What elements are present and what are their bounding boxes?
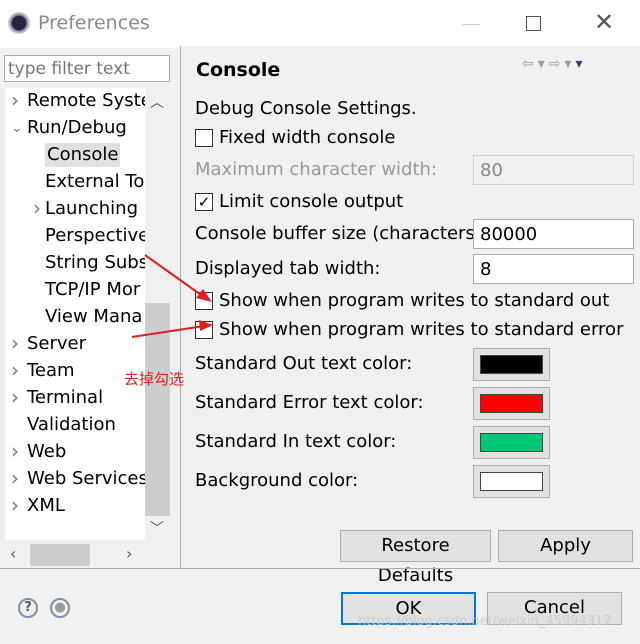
arrow-stderr xyxy=(131,325,205,338)
annotation-arrows xyxy=(131,254,213,338)
arrow-head-stderr xyxy=(199,320,213,331)
arrow-head-stdout xyxy=(196,289,212,302)
arrow-stdout xyxy=(144,254,205,298)
annotation-note: 去掉勾选 xyxy=(124,370,185,388)
watermark: https://blog.csdn.net/weixin_45994317 xyxy=(358,614,612,629)
